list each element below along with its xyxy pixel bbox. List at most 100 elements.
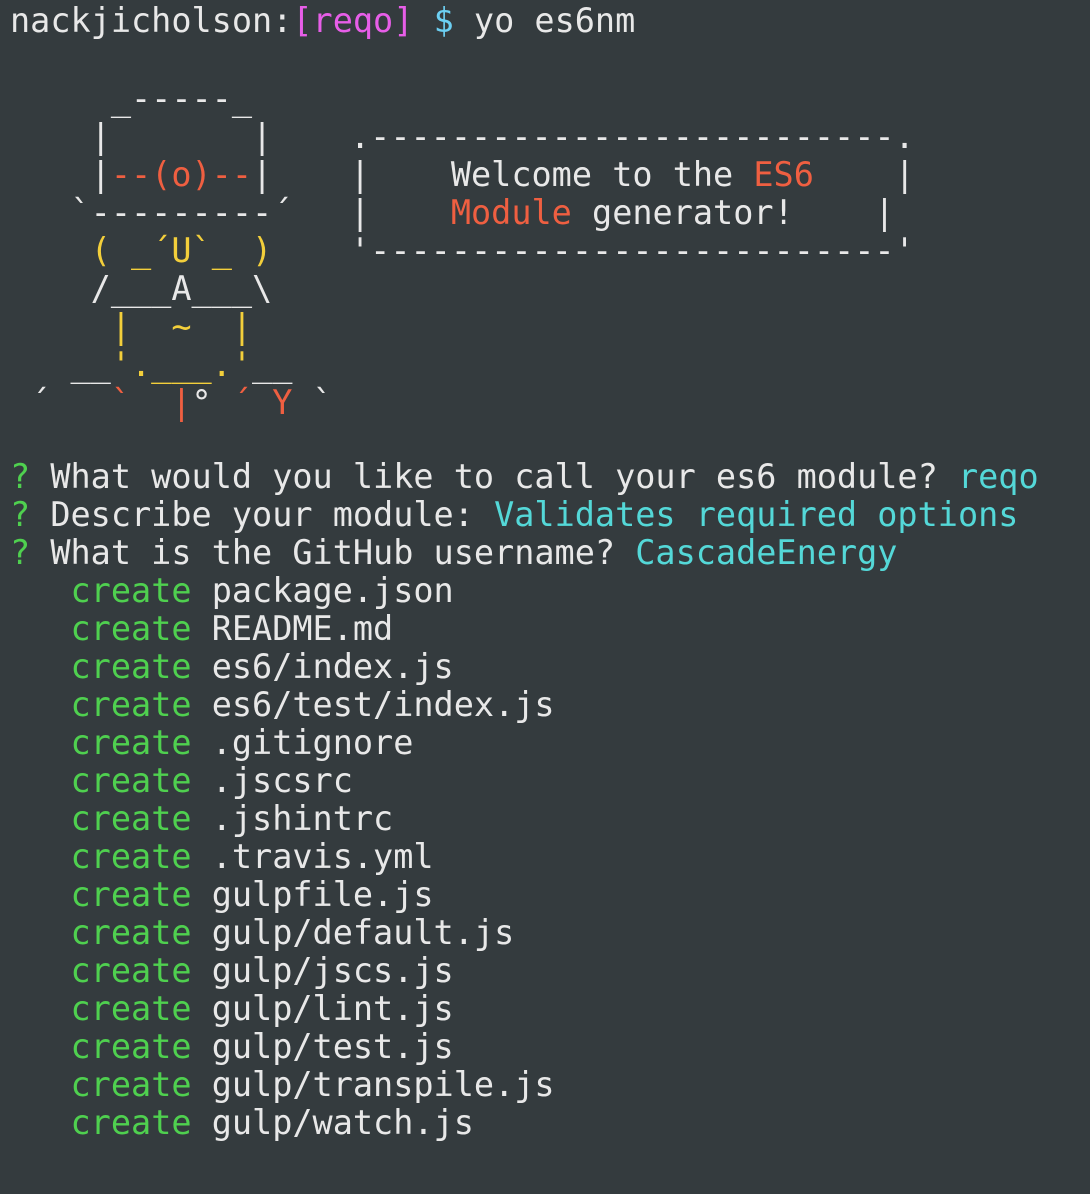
created-file-path: .jshintrc xyxy=(211,799,394,838)
created-file-path: gulpfile.js xyxy=(211,875,434,914)
create-action-label: create xyxy=(70,951,192,990)
created-file-path: gulp/watch.js xyxy=(211,1103,474,1142)
yeoman-art-segment: ` xyxy=(292,383,333,422)
create-file-line: create es6/test/index.js xyxy=(10,686,555,724)
yeoman-art-segment: ° xyxy=(191,383,232,422)
yeoman-art-segment: /___A___\ xyxy=(10,269,273,308)
created-file-path: gulp/jscs.js xyxy=(211,951,454,990)
created-file-path: es6/index.js xyxy=(211,647,454,686)
yeoman-art-segment: ` | xyxy=(110,383,192,422)
yeoman-art-segment: `---------´ xyxy=(10,193,293,232)
create-action-label: create xyxy=(70,913,192,952)
create-action-label: create xyxy=(70,799,192,838)
created-file-path: .gitignore xyxy=(211,723,414,762)
yeoman-art-line: ´ ` |° ´ Y ` xyxy=(10,384,333,422)
question-marker: ? xyxy=(10,495,31,534)
question-marker: ? xyxy=(10,533,31,572)
question-marker: ? xyxy=(10,457,31,496)
prompt-user: nackjicholson xyxy=(10,1,273,40)
create-action-label: create xyxy=(70,723,192,762)
create-action-label: create xyxy=(70,1065,192,1104)
question-line: ? What would you like to call your es6 m… xyxy=(10,458,1039,496)
yeoman-art-segment: ´ xyxy=(10,383,111,422)
yeoman-art-line: `---------´ xyxy=(10,193,293,232)
yeoman-art-segment: _-----_ xyxy=(10,79,253,118)
created-file-path: es6/test/index.js xyxy=(211,685,555,724)
create-action-label: create xyxy=(70,761,192,800)
yeoman-art-segment xyxy=(10,307,111,346)
created-file-path: README.md xyxy=(211,609,394,648)
yeoman-art-segment: _ ) xyxy=(211,231,273,270)
welcome-box-segment: Module xyxy=(450,193,572,232)
created-file-path: .travis.yml xyxy=(211,837,434,876)
created-file-path: gulp/lint.js xyxy=(211,989,454,1028)
create-file-line: create package.json xyxy=(10,572,454,610)
create-action-label: create xyxy=(70,837,192,876)
yeoman-art-segment: | | xyxy=(10,117,273,156)
create-file-line: create .jscsrc xyxy=(10,762,353,800)
create-file-line: create .gitignore xyxy=(10,723,414,762)
yeoman-art-segment xyxy=(10,231,91,270)
welcome-box-segment: | xyxy=(350,193,451,232)
welcome-box-segment: | xyxy=(813,155,915,194)
welcome-box-line: | Module generator! | xyxy=(350,194,895,232)
question-line: ? What is the GitHub username? CascadeEn… xyxy=(10,534,897,572)
create-file-line: create gulp/lint.js xyxy=(10,990,454,1028)
create-action-label: create xyxy=(70,609,192,648)
create-file-line: create .travis.yml xyxy=(10,838,434,876)
yeoman-art-line: | | xyxy=(10,117,273,156)
question-answer: Validates required options xyxy=(494,495,1019,534)
yeoman-art-line: __'.___.'__ xyxy=(10,345,293,384)
create-action-label: create xyxy=(70,647,192,686)
create-action-label: create xyxy=(70,571,192,610)
yeoman-art-segment: _ xyxy=(131,231,152,270)
yeoman-art-segment: ´ Y xyxy=(231,383,293,422)
yeoman-art-segment: --(o)-- xyxy=(110,155,253,194)
created-file-path: package.json xyxy=(211,571,454,610)
terminal-window[interactable]: nackjicholson:[reqo] $ yo es6nm _-----_ … xyxy=(0,0,1090,1194)
question-answer: CascadeEnergy xyxy=(635,533,898,572)
created-file-path: gulp/test.js xyxy=(211,1027,454,1066)
yeoman-art-line: |--(o)--| xyxy=(10,155,273,194)
yeoman-art-line: ( _´U`_ ) xyxy=(10,231,273,270)
yeoman-art-segment: __ xyxy=(10,345,111,384)
welcome-box-segment: '--------------------------' xyxy=(350,231,915,270)
yeoman-art-segment: | xyxy=(252,155,273,194)
create-file-line: create gulp/jscs.js xyxy=(10,952,454,990)
command-prompt-line: nackjicholson:[reqo] $ yo es6nm xyxy=(10,2,635,40)
create-action-label: create xyxy=(70,875,192,914)
created-file-path: .jscsrc xyxy=(211,761,353,800)
prompt-colon: : xyxy=(272,1,293,40)
created-file-path: gulp/transpile.js xyxy=(211,1065,555,1104)
welcome-box-line: | Welcome to the ES6 | xyxy=(350,156,915,194)
question-line: ? Describe your module: Validates requir… xyxy=(10,496,1018,534)
welcome-box-line: .--------------------------. xyxy=(350,118,915,156)
welcome-box-segment: | Welcome to the xyxy=(350,155,754,194)
prompt-dollar: $ xyxy=(433,1,454,40)
yeoman-art-line: | ~ | xyxy=(10,308,252,346)
created-file-path: gulp/default.js xyxy=(211,913,515,952)
prompt-branch: [reqo] xyxy=(292,1,414,40)
create-file-line: create gulp/test.js xyxy=(10,1028,454,1066)
create-file-line: create gulp/watch.js xyxy=(10,1104,474,1142)
create-file-line: create gulpfile.js xyxy=(10,876,434,914)
create-file-line: create README.md xyxy=(10,609,394,648)
yeoman-art-segment: | xyxy=(10,155,111,194)
create-action-label: create xyxy=(70,1103,192,1142)
create-file-line: create gulp/transpile.js xyxy=(10,1066,555,1104)
welcome-box-segment: ES6 xyxy=(753,155,814,194)
question-text: What is the GitHub username? xyxy=(50,533,616,572)
create-file-line: create es6/index.js xyxy=(10,648,454,686)
prompt-command: yo es6nm xyxy=(473,1,636,40)
yeoman-art-segment: ( xyxy=(90,231,132,270)
yeoman-art-segment: '.___.' xyxy=(110,345,253,384)
welcome-box-segment: generator! | xyxy=(571,193,895,232)
yeoman-art-segment: ´U` xyxy=(151,231,212,270)
yeoman-art-line: /___A___\ xyxy=(10,269,273,308)
create-action-label: create xyxy=(70,685,192,724)
question-text: What would you like to call your es6 mod… xyxy=(50,457,938,496)
question-answer: reqo xyxy=(957,457,1039,496)
welcome-box-segment: .--------------------------. xyxy=(350,117,915,156)
yeoman-art-line: _-----_ xyxy=(10,80,252,118)
question-text: Describe your module: xyxy=(50,495,474,534)
